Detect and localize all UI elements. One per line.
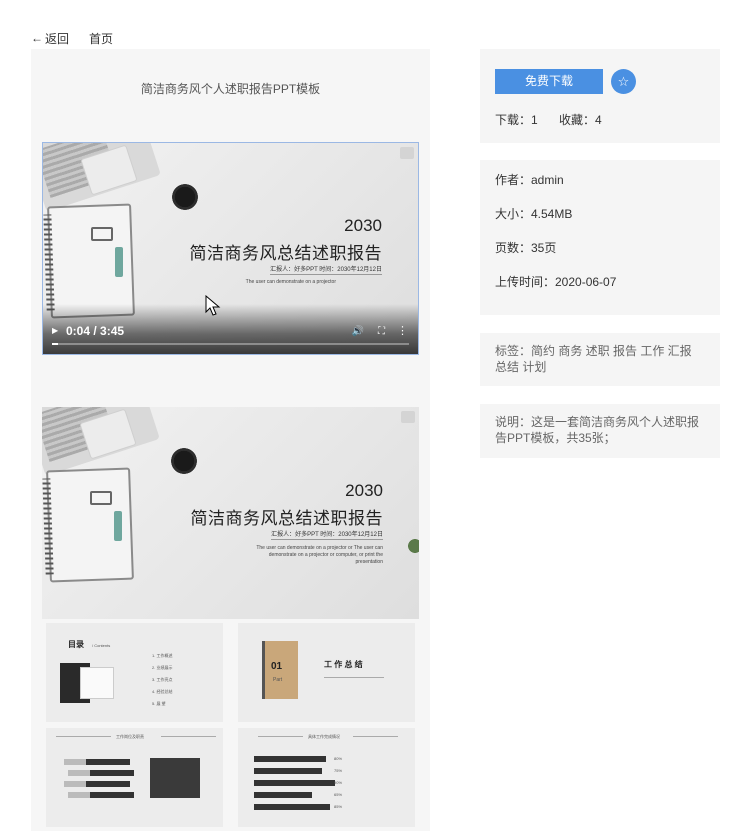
toc-item-5: 5. 展 望 — [152, 701, 166, 706]
completion-bar-2 — [254, 768, 322, 774]
completion-bar-3 — [254, 780, 335, 786]
duties-line-left — [56, 736, 111, 737]
paper-graphic — [80, 667, 114, 699]
toc-title: 目录 — [68, 640, 84, 649]
volume-icon[interactable]: 🔊 — [352, 326, 364, 337]
completion-value-2: 75% — [334, 768, 343, 773]
pages-info: 页数：35页 — [495, 241, 557, 255]
pen-graphic — [115, 247, 123, 277]
download-card: 免费下载 ☆ 下载：1 收藏：4 — [480, 49, 720, 143]
upload-time-info: 上传时间：2020-06-07 — [495, 275, 617, 289]
completion-line-left — [258, 736, 303, 737]
size-info: 大小：4.54MB — [495, 207, 573, 221]
slide-desc: The user can demonstrate on a projector — [245, 279, 336, 285]
completion-bar-1 — [254, 756, 326, 762]
slide-year: 2030 — [345, 481, 383, 500]
video-progress-fill — [52, 343, 59, 345]
duties-line-right — [161, 736, 216, 737]
coffee-cup-graphic — [171, 448, 197, 474]
duty-tag-4 — [68, 792, 90, 798]
thumbnail-contents: 目录 / Contents 1. 工作概述 2. 业绩展示 3. 工作亮点 4.… — [46, 623, 223, 722]
completion-value-5: 85% — [334, 804, 343, 809]
binder-clip-graphic — [90, 491, 112, 505]
coffee-cup-graphic — [172, 184, 198, 210]
preview-panel: 简洁商务风个人述职报告PPT模板 2030 简洁商务风总结述职报告 汇报人：好多… — [31, 49, 430, 831]
document-title: 简洁商务风个人述职报告PPT模板 — [140, 82, 321, 96]
video-progress-bar[interactable] — [52, 343, 409, 345]
duty-bar-4 — [90, 792, 134, 798]
duty-tag-2 — [68, 770, 90, 776]
speaker-graphic — [400, 147, 414, 159]
duty-bar-2 — [90, 770, 134, 776]
duties-title: 工作岗位及职责 — [116, 734, 144, 739]
duty-bar-3 — [86, 781, 130, 787]
speaker-graphic — [401, 411, 415, 423]
toc-item-2: 2. 业绩展示 — [152, 665, 173, 670]
mouse-cursor-icon — [205, 295, 221, 316]
office-photo — [150, 758, 200, 798]
toc-item-1: 1. 工作概述 — [152, 653, 173, 658]
fullscreen-icon[interactable]: ⛶ — [378, 326, 385, 337]
play-icon[interactable]: ▶ — [52, 326, 58, 335]
completion-title: 具体工作完成情况 — [308, 734, 340, 739]
slide-meta: 汇报人：好多PPT 时间：2030年12月12日 — [271, 529, 383, 540]
completion-bar-4 — [254, 792, 312, 798]
duty-tag-3 — [64, 781, 86, 787]
back-label: 返回 — [45, 31, 70, 46]
back-link[interactable]: ← 返回 — [31, 30, 69, 47]
description-text: 说明：这是一套简洁商务风个人述职报告PPT模板，共35张； — [495, 415, 700, 445]
preview-slide-cover: 2030 简洁商务风总结述职报告 汇报人：好多PPT 时间：2030年12月12… — [42, 407, 419, 619]
back-arrow-icon: ← — [31, 31, 43, 45]
slide-title: 简洁商务风总结述职报告 — [189, 244, 382, 263]
download-button[interactable]: 免费下载 — [495, 69, 603, 94]
tags-card: 标签：简约 商务 述职 报告 工作 汇报 总结 计划 — [480, 333, 720, 386]
top-nav: ← 返回 首页 — [31, 30, 113, 46]
duty-bar-1 — [86, 759, 130, 765]
home-link[interactable]: 首页 — [89, 30, 113, 47]
slide-title: 简洁商务风总结述职报告 — [190, 509, 383, 528]
pen-graphic — [114, 511, 122, 541]
part-divider — [324, 677, 384, 678]
slide-year: 2030 — [344, 216, 382, 235]
completion-value-3: 90% — [334, 780, 343, 785]
thumbnail-completion: 具体工作完成情况 80% 75% 90% 65% 85% — [238, 728, 415, 827]
favorite-star-icon[interactable]: ☆ — [611, 69, 636, 94]
completion-line-right — [353, 736, 398, 737]
favorite-count: 收藏：4 — [559, 113, 602, 127]
binder-clip-graphic — [91, 227, 113, 241]
info-card: 作者：admin 大小：4.54MB 页数：35页 上传时间：2020-06-0… — [480, 160, 720, 315]
duty-tag-1 — [64, 759, 86, 765]
completion-value-4: 65% — [334, 792, 343, 797]
plant-graphic — [407, 535, 419, 557]
tags-text: 标签：简约 商务 述职 报告 工作 汇报 总结 计划 — [495, 344, 692, 374]
part-label: Part — [273, 677, 283, 683]
download-stats: 下载：1 收藏：4 — [495, 111, 602, 128]
video-player[interactable]: 2030 简洁商务风总结述职报告 汇报人：好多PPT 时间：2030年12月12… — [42, 142, 419, 355]
slide-desc: The user can demonstrate on a projector … — [256, 545, 383, 565]
thumbnail-part-one: 01 Part 工 作 总 结 — [238, 623, 415, 722]
author-info: 作者：admin — [495, 173, 564, 187]
toc-item-4: 4. 经验总结 — [152, 689, 173, 694]
toc-item-3: 3. 工作亮点 — [152, 677, 173, 682]
description-card: 说明：这是一套简洁商务风个人述职报告PPT模板，共35张； — [480, 404, 720, 458]
toc-subtitle: / Contents — [92, 643, 111, 648]
download-count: 下载：1 — [495, 113, 538, 127]
preview-slide-bg: 2030 简洁商务风总结述职报告 汇报人：好多PPT 时间：2030年12月12… — [42, 407, 419, 619]
more-options-icon[interactable]: ⋮ — [397, 324, 408, 337]
part-title: 工 作 总 结 — [324, 660, 363, 669]
part-number: 01 — [271, 661, 283, 672]
thumbnail-duties: 工作岗位及职责 — [46, 728, 223, 827]
completion-bar-5 — [254, 804, 330, 810]
slide-meta: 汇报人：好多PPT 时间：2030年12月12日 — [270, 264, 382, 275]
video-time: 0:04 / 3:45 — [66, 324, 125, 338]
completion-value-1: 80% — [334, 756, 343, 761]
